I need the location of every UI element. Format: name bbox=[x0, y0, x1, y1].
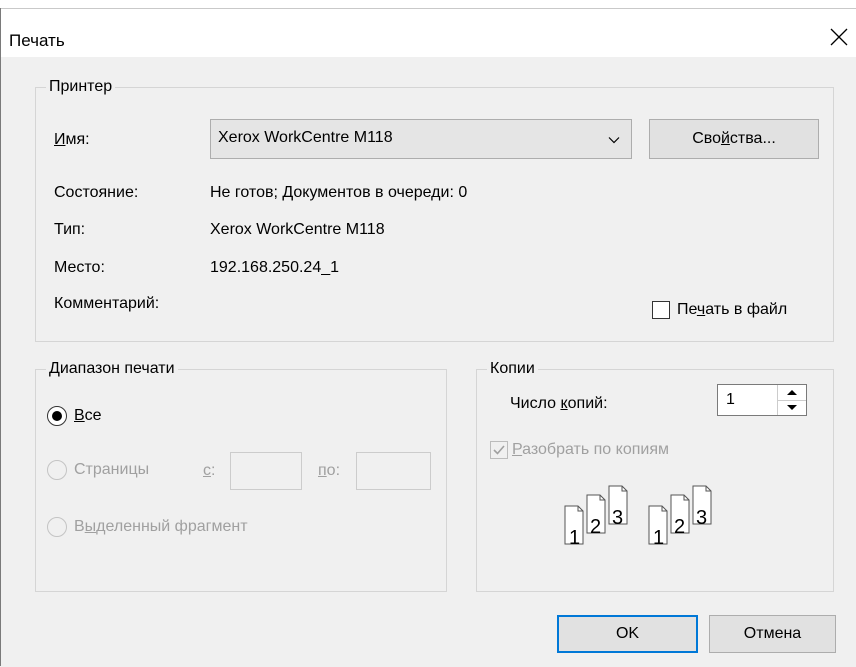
collate-page-3: 3 bbox=[612, 507, 623, 529]
printer-name-select[interactable]: Xerox WorkCentre M118 bbox=[210, 119, 632, 159]
location-label: Место: bbox=[54, 259, 105, 276]
print-to-file-label[interactable]: Печать в файл bbox=[677, 300, 787, 320]
dialog-title: Печать bbox=[9, 31, 65, 50]
range-from-input[interactable] bbox=[230, 452, 302, 490]
location-value: 192.168.250.24_1 bbox=[210, 259, 340, 276]
copies-count-stepper[interactable]: 1 bbox=[717, 384, 807, 416]
collate-page-3b: 3 bbox=[696, 507, 707, 529]
title-bar: Печать bbox=[1, 9, 856, 57]
range-to-label: по: bbox=[318, 462, 341, 479]
range-selection-radio[interactable] bbox=[47, 517, 67, 537]
collate-page-2b: 2 bbox=[674, 516, 685, 538]
status-label: Состояние: bbox=[54, 184, 139, 201]
collate-page-2: 2 bbox=[590, 516, 601, 538]
stepper-buttons bbox=[777, 385, 806, 415]
chevron-down-icon bbox=[608, 137, 620, 144]
collate-checkbox[interactable] bbox=[490, 441, 508, 459]
close-icon[interactable] bbox=[827, 25, 851, 49]
range-pages-label[interactable]: Страницы bbox=[74, 460, 149, 480]
print-to-file-checkbox[interactable] bbox=[652, 301, 670, 319]
comment-label: Комментарий: bbox=[54, 295, 160, 312]
background-strip bbox=[0, 0, 856, 8]
range-pages-radio[interactable] bbox=[47, 460, 67, 480]
properties-button[interactable]: Свойства... bbox=[649, 119, 819, 159]
ok-button[interactable]: OK bbox=[557, 615, 698, 653]
printer-group-label: Принтер bbox=[46, 77, 116, 97]
stepper-up-icon[interactable] bbox=[778, 385, 806, 401]
range-to-input[interactable] bbox=[356, 452, 431, 490]
collate-illustration-icon: 1 2 3 1 2 3 bbox=[564, 485, 712, 549]
range-from-label: с: bbox=[203, 462, 216, 479]
status-value: Не готов; Документов в очереди: 0 bbox=[210, 184, 468, 201]
collate-label[interactable]: Разобрать по копиям bbox=[512, 440, 669, 460]
type-value: Xerox WorkCentre M118 bbox=[210, 221, 385, 238]
collate-page-1b: 1 bbox=[653, 527, 664, 549]
copies-group-label: Копии bbox=[487, 359, 538, 379]
range-all-label[interactable]: Все bbox=[74, 406, 102, 426]
stepper-down-icon[interactable] bbox=[778, 400, 806, 415]
print-range-group-label: Диапазон печати bbox=[46, 359, 178, 379]
printer-name-label: Имя: bbox=[54, 131, 90, 148]
range-selection-label[interactable]: Выделенный фрагмент bbox=[74, 517, 248, 537]
collate-page-1: 1 bbox=[569, 527, 580, 549]
checkmark-icon bbox=[493, 445, 505, 455]
cancel-button[interactable]: Отмена bbox=[709, 615, 836, 653]
copies-count-value: 1 bbox=[726, 391, 735, 408]
printer-name-value: Xerox WorkCentre M118 bbox=[218, 129, 393, 146]
type-label: Тип: bbox=[54, 221, 86, 238]
copies-count-label: Число копий: bbox=[510, 395, 608, 412]
range-all-radio[interactable] bbox=[47, 406, 67, 426]
